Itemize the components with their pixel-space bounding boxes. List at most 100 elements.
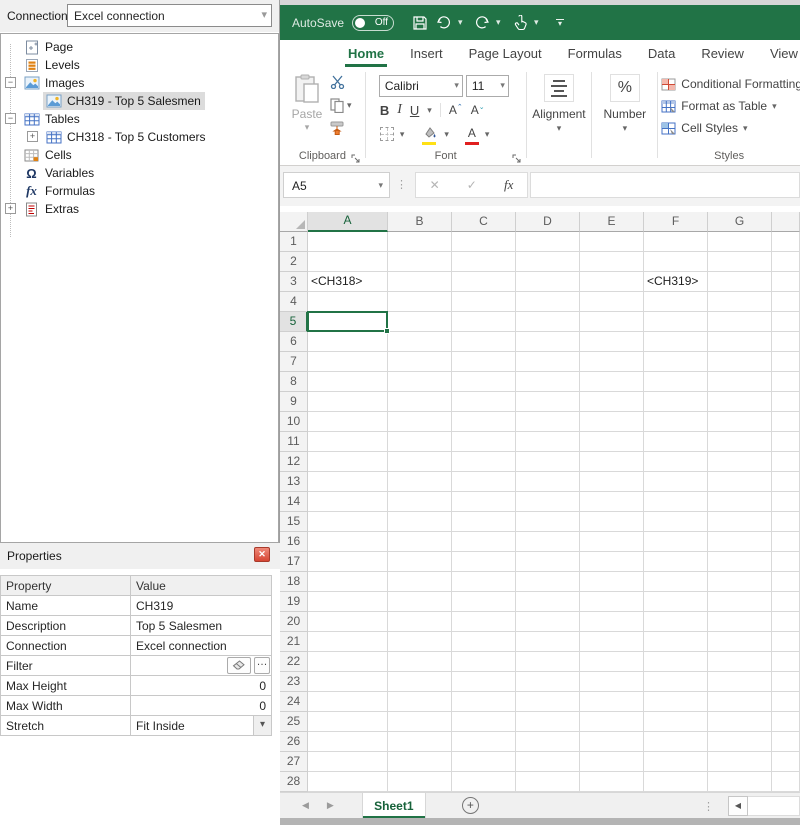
- cell-A23[interactable]: [308, 672, 388, 692]
- cell-B2[interactable]: [388, 252, 452, 272]
- cell-G1[interactable]: [708, 232, 772, 252]
- cell-partial-8[interactable]: [772, 372, 800, 392]
- cell-G5[interactable]: [708, 312, 772, 332]
- next-sheet-button[interactable]: ▶: [327, 800, 334, 811]
- cell-A1[interactable]: [308, 232, 388, 252]
- touch-mouse-mode-button[interactable]: [510, 11, 530, 35]
- fill-color-button[interactable]: [422, 126, 438, 142]
- cancel-button[interactable]: ✕: [430, 178, 440, 192]
- cell-partial-15[interactable]: [772, 512, 800, 532]
- cell-B8[interactable]: [388, 372, 452, 392]
- cell-D4[interactable]: [516, 292, 580, 312]
- name-box[interactable]: A5 ▾: [283, 172, 390, 198]
- cell-C9[interactable]: [452, 392, 516, 412]
- tree-item-body[interactable]: Extras: [21, 200, 83, 218]
- cell-D28[interactable]: [516, 772, 580, 792]
- cell-partial-18[interactable]: [772, 572, 800, 592]
- number-dropdown[interactable]: ▾: [623, 123, 628, 134]
- sheetbar-grip-icon[interactable]: ⋮: [703, 800, 714, 813]
- cell-C13[interactable]: [452, 472, 516, 492]
- paste-button[interactable]: Paste ▾: [288, 74, 326, 140]
- cell-B7[interactable]: [388, 352, 452, 372]
- cut-button[interactable]: [330, 74, 352, 90]
- cell-A8[interactable]: [308, 372, 388, 392]
- cell-G13[interactable]: [708, 472, 772, 492]
- cell-C14[interactable]: [452, 492, 516, 512]
- property-value-cell[interactable]: CH319: [131, 596, 272, 616]
- collapse-icon[interactable]: −: [5, 113, 16, 124]
- cell-D14[interactable]: [516, 492, 580, 512]
- redo-dropdown[interactable]: ▾: [496, 17, 506, 28]
- cell-B12[interactable]: [388, 452, 452, 472]
- property-value-cell[interactable]: …: [131, 656, 272, 676]
- cell-E8[interactable]: [580, 372, 644, 392]
- new-sheet-button[interactable]: +: [462, 797, 479, 814]
- formula-bar-grip-icon[interactable]: ⋮: [396, 178, 407, 191]
- cell-F17[interactable]: [644, 552, 708, 572]
- filter-ellipsis-button[interactable]: …: [254, 657, 270, 674]
- fill-handle[interactable]: [384, 328, 390, 334]
- cell-F5[interactable]: [644, 312, 708, 332]
- cell-partial-2[interactable]: [772, 252, 800, 272]
- column-header-C[interactable]: C: [452, 212, 516, 232]
- cell-F10[interactable]: [644, 412, 708, 432]
- row-header-24[interactable]: 24: [280, 692, 308, 712]
- decrease-font-size-button[interactable]: A⌄: [471, 103, 485, 117]
- row-header-8[interactable]: 8: [280, 372, 308, 392]
- cell-F19[interactable]: [644, 592, 708, 612]
- cell-D1[interactable]: [516, 232, 580, 252]
- cell-B16[interactable]: [388, 532, 452, 552]
- cell-D20[interactable]: [516, 612, 580, 632]
- cell-E5[interactable]: [580, 312, 644, 332]
- cell-G14[interactable]: [708, 492, 772, 512]
- row-header-7[interactable]: 7: [280, 352, 308, 372]
- font-dialog-launcher[interactable]: [512, 151, 522, 161]
- cell-C7[interactable]: [452, 352, 516, 372]
- cell-E19[interactable]: [580, 592, 644, 612]
- cell-G15[interactable]: [708, 512, 772, 532]
- cell-E24[interactable]: [580, 692, 644, 712]
- row-header-1[interactable]: 1: [280, 232, 308, 252]
- cell-F22[interactable]: [644, 652, 708, 672]
- cell-E27[interactable]: [580, 752, 644, 772]
- alignment-dropdown[interactable]: ▾: [557, 123, 562, 134]
- cell-partial-23[interactable]: [772, 672, 800, 692]
- row-header-12[interactable]: 12: [280, 452, 308, 472]
- cell-A2[interactable]: [308, 252, 388, 272]
- row-header-4[interactable]: 4: [280, 292, 308, 312]
- font-size-combobox[interactable]: 11 ▾: [466, 75, 509, 97]
- cell-G3[interactable]: [708, 272, 772, 292]
- cell-partial-26[interactable]: [772, 732, 800, 752]
- cell-partial-28[interactable]: [772, 772, 800, 792]
- cell-F27[interactable]: [644, 752, 708, 772]
- cell-F20[interactable]: [644, 612, 708, 632]
- cell-B27[interactable]: [388, 752, 452, 772]
- cell-A18[interactable]: [308, 572, 388, 592]
- cell-partial-4[interactable]: [772, 292, 800, 312]
- alignment-button[interactable]: Alignment ▾: [527, 74, 592, 134]
- cell-partial-19[interactable]: [772, 592, 800, 612]
- expand-icon[interactable]: +: [27, 131, 38, 142]
- cell-F6[interactable]: [644, 332, 708, 352]
- customize-qat-button[interactable]: ▾: [556, 19, 564, 27]
- cell-B4[interactable]: [388, 292, 452, 312]
- cell-G19[interactable]: [708, 592, 772, 612]
- cell-E13[interactable]: [580, 472, 644, 492]
- cell-D5[interactable]: [516, 312, 580, 332]
- cell-G17[interactable]: [708, 552, 772, 572]
- row-header-22[interactable]: 22: [280, 652, 308, 672]
- cell-partial-24[interactable]: [772, 692, 800, 712]
- cell-E23[interactable]: [580, 672, 644, 692]
- cell-B21[interactable]: [388, 632, 452, 652]
- cell-partial-13[interactable]: [772, 472, 800, 492]
- cell-B20[interactable]: [388, 612, 452, 632]
- cell-D6[interactable]: [516, 332, 580, 352]
- cell-C19[interactable]: [452, 592, 516, 612]
- tree-item-images[interactable]: −Images: [1, 74, 278, 92]
- cell-D7[interactable]: [516, 352, 580, 372]
- cell-A6[interactable]: [308, 332, 388, 352]
- row-header-25[interactable]: 25: [280, 712, 308, 732]
- increase-font-size-button[interactable]: A⌃: [449, 103, 463, 117]
- property-value-cell[interactable]: Top 5 Salesmen: [131, 616, 272, 636]
- cell-C24[interactable]: [452, 692, 516, 712]
